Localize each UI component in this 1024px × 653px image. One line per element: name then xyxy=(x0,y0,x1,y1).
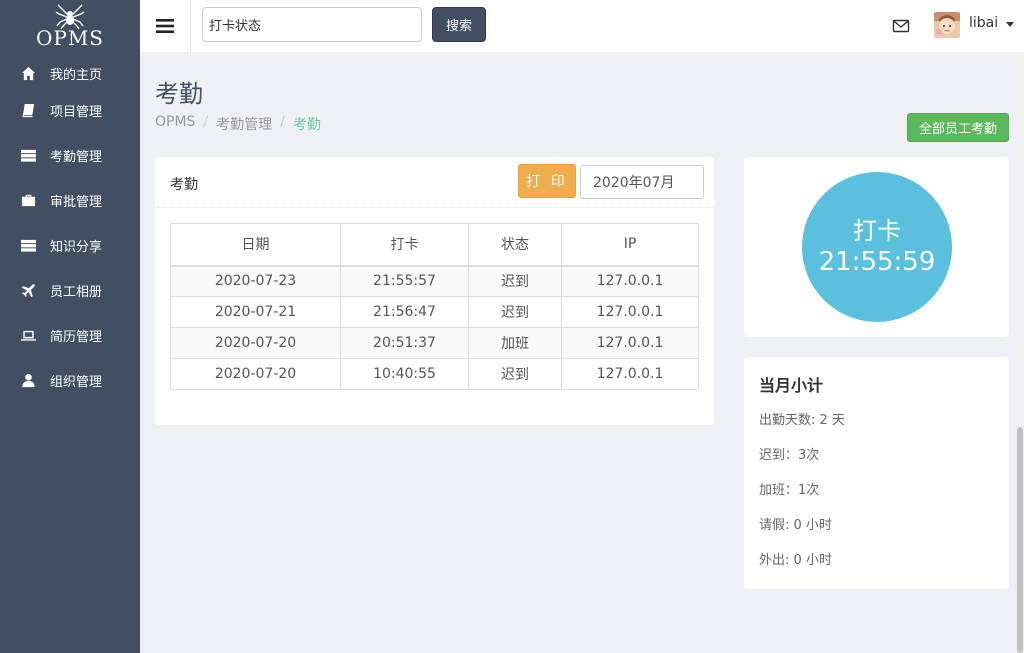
cell-ip: 127.0.0.1 xyxy=(561,327,699,359)
column-header-ip: IP xyxy=(561,223,699,267)
search-input[interactable] xyxy=(202,7,422,42)
cell-date: 2020-07-23 xyxy=(170,265,341,297)
column-header-date: 日期 xyxy=(170,223,341,267)
cell-ip: 127.0.0.1 xyxy=(561,265,699,297)
sidebar-item-resume[interactable]: 简历管理 xyxy=(0,313,140,358)
server-icon xyxy=(20,148,36,164)
mail-icon[interactable] xyxy=(892,17,910,35)
sidebar-item-label: 考勤管理 xyxy=(50,150,103,165)
breadcrumb: OPMS / 考勤管理 / 考勤 xyxy=(155,114,329,134)
search-button[interactable]: 搜索 xyxy=(432,7,486,42)
column-header-status: 状态 xyxy=(468,223,562,267)
attendance-panel: 考勤 打 印 日期 打卡 状态 IP 2020-07-23 21:55:57 迟… xyxy=(155,157,714,425)
book-icon xyxy=(20,103,36,119)
server-icon xyxy=(20,238,36,254)
table-row: 2020-07-21 21:56:47 迟到 127.0.0.1 xyxy=(170,296,699,328)
caret-down-icon[interactable] xyxy=(1006,22,1014,27)
sidebar-item-knowledge[interactable]: 知识分享 xyxy=(0,223,140,268)
plane-icon xyxy=(20,283,36,299)
sidebar-item-label: 知识分享 xyxy=(50,240,103,255)
sidebar-item-projects[interactable]: 项目管理 xyxy=(0,88,140,133)
attendance-panel-title: 考勤 xyxy=(170,177,198,193)
summary-attendance-days: 出勤天数: 2 天 xyxy=(759,413,845,428)
cell-checkin: 20:51:37 xyxy=(340,327,469,359)
sidebar-item-attendance[interactable]: 考勤管理 xyxy=(0,133,140,178)
scrollbar-thumb[interactable] xyxy=(1017,427,1023,653)
attendance-table: 日期 打卡 状态 IP 2020-07-23 21:55:57 迟到 127.0… xyxy=(170,223,699,390)
cell-checkin: 21:55:57 xyxy=(340,265,469,297)
clock-in-button[interactable]: 打卡 21:55:59 xyxy=(802,172,952,322)
sidebar-item-label: 我的主页 xyxy=(50,67,103,83)
table-row: 2020-07-20 10:40:55 迟到 127.0.0.1 xyxy=(170,358,699,390)
summary-list: 出勤天数: 2 天 迟到：3次 加班：1次 请假: 0 小时 外出: 0 小时 xyxy=(759,409,845,584)
user-icon xyxy=(20,373,36,389)
username[interactable]: libai xyxy=(969,15,998,31)
logo-text: OPMS xyxy=(35,26,105,50)
cell-date: 2020-07-21 xyxy=(170,296,341,328)
sidebar-item-album[interactable]: 员工相册 xyxy=(0,268,140,313)
cell-ip: 127.0.0.1 xyxy=(561,358,699,390)
cell-checkin: 21:56:47 xyxy=(340,296,469,328)
sidebar-item-label: 员工相册 xyxy=(50,285,103,300)
avatar[interactable] xyxy=(934,12,960,38)
page-title: 考勤 xyxy=(155,80,203,108)
breadcrumb-separator: / xyxy=(280,114,285,130)
hamburger-icon xyxy=(156,19,174,33)
breadcrumb-attendance-link[interactable]: 考勤管理 xyxy=(216,114,272,134)
month-picker-input[interactable] xyxy=(580,165,704,199)
monthly-summary-panel: 当月小计 出勤天数: 2 天 迟到：3次 加班：1次 请假: 0 小时 外出: … xyxy=(744,357,1009,589)
sidebar-item-label: 项目管理 xyxy=(50,105,103,120)
attendance-panel-header: 考勤 打 印 xyxy=(155,157,714,208)
sidebar-item-label: 简历管理 xyxy=(50,330,103,345)
clock-in-panel: 打卡 21:55:59 xyxy=(744,157,1009,337)
cell-date: 2020-07-20 xyxy=(170,358,341,390)
table-row: 2020-07-20 20:51:37 加班 127.0.0.1 xyxy=(170,327,699,359)
summary-late-count: 迟到：3次 xyxy=(759,448,820,463)
summary-leave-hours: 请假: 0 小时 xyxy=(759,518,832,533)
page-scrollbar[interactable] xyxy=(1016,52,1024,653)
sidebar-item-label: 组织管理 xyxy=(50,375,103,390)
laptop-icon xyxy=(20,328,36,344)
sidebar-nav: 我的主页 项目管理 考勤管理 审批管理 知识分享 员工相册 简历管理 组织管理 xyxy=(0,58,140,403)
cell-status: 迟到 xyxy=(468,265,562,297)
sidebar-item-label: 审批管理 xyxy=(50,195,103,210)
avatar-image xyxy=(934,12,960,38)
table-row: 2020-07-23 21:55:57 迟到 127.0.0.1 xyxy=(170,265,699,297)
cell-status: 迟到 xyxy=(468,296,562,328)
home-icon xyxy=(20,65,36,81)
sidebar-item-organization[interactable]: 组织管理 xyxy=(0,358,140,403)
cell-status: 加班 xyxy=(468,327,562,359)
breadcrumb-separator: / xyxy=(203,114,209,130)
sidebar-item-approval[interactable]: 审批管理 xyxy=(0,178,140,223)
clock-in-label: 打卡 xyxy=(853,217,901,245)
cell-ip: 127.0.0.1 xyxy=(561,296,699,328)
breadcrumb-current: 考勤 xyxy=(292,117,321,133)
clock-time: 21:55:59 xyxy=(818,247,936,277)
sidebar-item-home[interactable]: 我的主页 xyxy=(0,58,140,88)
summary-title: 当月小计 xyxy=(759,376,824,395)
all-staff-attendance-button[interactable]: 全部员工考勤 xyxy=(907,113,1009,142)
breadcrumb-home-link[interactable]: OPMS xyxy=(155,114,195,134)
cell-status: 迟到 xyxy=(468,358,562,390)
summary-outing-hours: 外出: 0 小时 xyxy=(759,553,832,568)
sidebar: OPMS 我的主页 项目管理 考勤管理 审批管理 知识分享 员工相册 简历管理 … xyxy=(0,0,140,653)
top-header: 搜索 libai xyxy=(140,0,1024,52)
summary-overtime-count: 加班：1次 xyxy=(759,483,820,498)
cell-checkin: 10:40:55 xyxy=(340,358,469,390)
cell-date: 2020-07-20 xyxy=(170,327,341,359)
logo[interactable]: OPMS xyxy=(0,0,140,58)
print-button[interactable]: 打 印 xyxy=(518,164,576,198)
column-header-checkin: 打卡 xyxy=(340,223,469,267)
menu-toggle-button[interactable] xyxy=(140,0,191,52)
briefcase-icon xyxy=(20,193,36,209)
table-header-row: 日期 打卡 状态 IP xyxy=(170,223,699,267)
